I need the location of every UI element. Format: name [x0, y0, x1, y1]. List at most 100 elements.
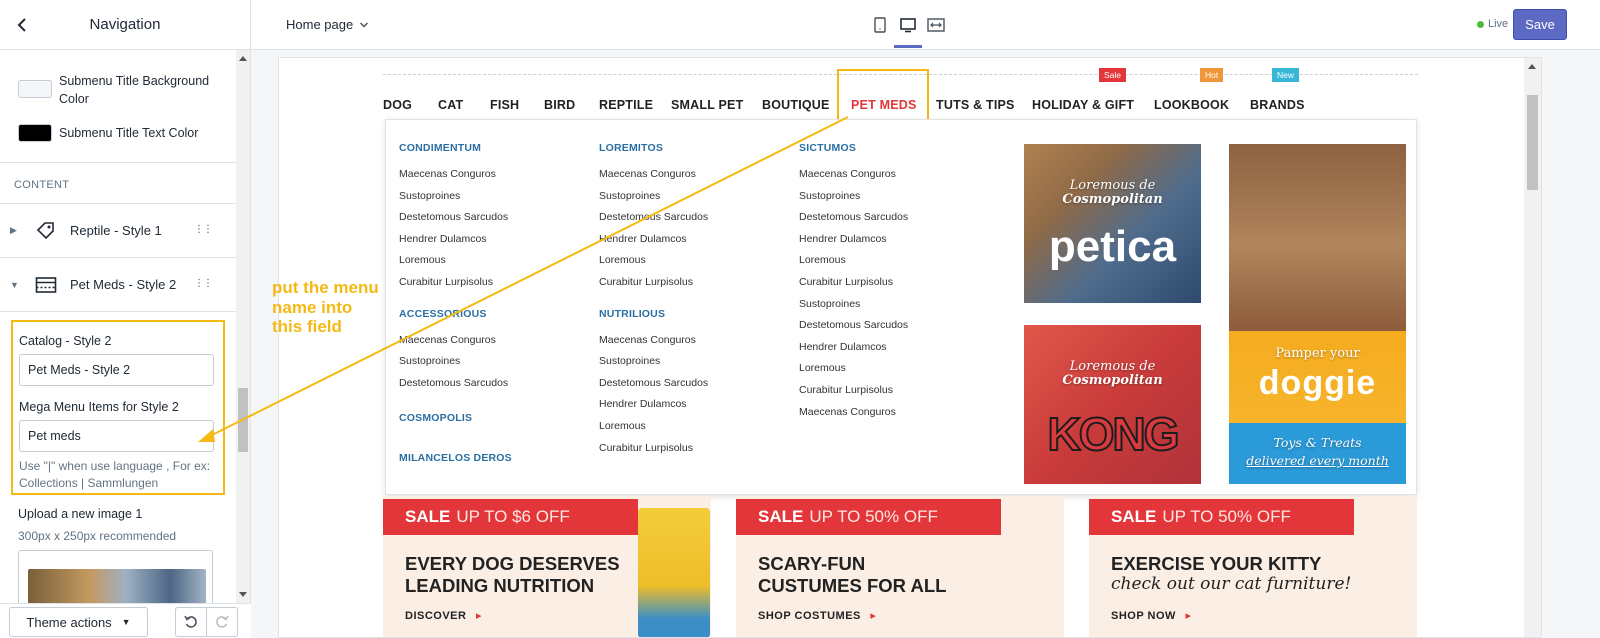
mega-group-heading[interactable]: ACCESSORIOUS — [399, 308, 512, 320]
promo-image-petica[interactable]: Loremous de Cosmopolitan petica — [1024, 144, 1201, 303]
page-selector[interactable]: Home page — [286, 17, 369, 32]
section-item-pet-meds[interactable]: ▼ Pet Meds - Style 2 ⋮⋮ — [0, 258, 236, 312]
nav-item-bird[interactable]: BIRD — [544, 98, 575, 112]
color-setting-label: Submenu Title Background Color — [59, 74, 210, 106]
nav-item-holiday-gift[interactable]: HOLIDAY & GIFT — [1032, 98, 1134, 112]
mega-link[interactable]: Sustoproines — [399, 351, 512, 373]
drag-handle-icon[interactable]: ⋮⋮ — [194, 278, 213, 289]
color-swatch-submenu-text[interactable] — [18, 124, 52, 142]
scrollbar-thumb[interactable] — [1527, 95, 1538, 190]
mega-link[interactable]: Hendrer Dulamcos — [599, 394, 708, 416]
mega-link[interactable]: Maecenas Conguros — [399, 330, 512, 352]
nav-item-tuts-tips[interactable]: TUTS & TIPS — [936, 98, 1015, 112]
color-swatch-submenu-bg[interactable] — [18, 80, 52, 98]
undo-icon — [184, 615, 197, 628]
nav-item-boutique[interactable]: BOUTIQUE — [762, 98, 830, 112]
scrollbar-thumb[interactable] — [238, 388, 248, 452]
mega-link[interactable]: Hendrer Dulamcos — [599, 229, 708, 251]
promo-caption: Pamper your — [1275, 346, 1360, 361]
mega-link[interactable]: Curabitur Lurpisolus — [599, 438, 708, 460]
banner-cta-link[interactable]: DISCOVER — [405, 609, 482, 622]
mega-menu-items-input[interactable]: Pet meds — [19, 420, 214, 452]
color-setting-submenu-bg[interactable]: Submenu Title Background Color — [0, 72, 236, 108]
promo-image-kong[interactable]: Loremous de Cosmopolitan KONG — [1024, 325, 1201, 484]
sidebar-scrollbar[interactable] — [236, 50, 250, 603]
color-setting-submenu-text[interactable]: Submenu Title Text Color — [0, 124, 236, 142]
mega-link[interactable]: Destetomous Sarcudos — [399, 373, 512, 395]
mega-link[interactable]: Hendrer Dulamcos — [799, 229, 908, 251]
nav-item-cat[interactable]: CAT — [438, 98, 463, 112]
mega-link[interactable]: Curabitur Lurpisolus — [399, 272, 512, 294]
promo-banner-2[interactable]: SALE UP TO 50% OFF SCARY-FUN CUSTUMES FO… — [736, 496, 1064, 637]
mega-column-3: SICTUMOS Maecenas Conguros Sustoproines … — [799, 142, 908, 423]
caret-right-icon[interactable]: ▶ — [10, 225, 20, 236]
mega-link[interactable]: Loremous — [799, 250, 908, 272]
mega-link[interactable]: Maecenas Conguros — [599, 164, 708, 186]
theme-actions-button[interactable]: Theme actions ▼ — [9, 607, 148, 637]
sidebar-title: Navigation — [89, 16, 161, 33]
mega-link[interactable]: Loremous — [399, 250, 512, 272]
mega-link[interactable]: Destetomous Sarcudos — [599, 207, 708, 229]
mega-link[interactable]: Maecenas Conguros — [599, 330, 708, 352]
mega-link[interactable]: Curabitur Lurpisolus — [799, 380, 908, 402]
promo-banner-3[interactable]: SALE UP TO 50% OFF EXERCISE YOUR KITTY c… — [1089, 496, 1417, 637]
upload-image-label: Upload a new image 1 — [18, 507, 143, 521]
mega-link[interactable]: Destetomous Sarcudos — [799, 315, 908, 337]
mobile-view-button[interactable] — [871, 16, 889, 34]
mega-link[interactable]: Sustoproines — [799, 186, 908, 208]
mega-group-heading[interactable]: SICTUMOS — [799, 142, 908, 154]
mega-link[interactable]: Destetomous Sarcudos — [799, 207, 908, 229]
scroll-down-icon[interactable] — [239, 592, 247, 597]
mega-link[interactable]: Loremous — [599, 416, 708, 438]
promo-caption: delivered every month — [1246, 453, 1389, 468]
mega-link[interactable]: Loremous — [799, 358, 908, 380]
preview-scrollbar[interactable] — [1524, 58, 1541, 637]
mega-group-heading[interactable]: NUTRILIOUS — [599, 308, 708, 320]
mega-link[interactable]: Hendrer Dulamcos — [799, 337, 908, 359]
mega-link[interactable]: Curabitur Lurpisolus — [799, 272, 908, 294]
fullwidth-view-button[interactable] — [927, 16, 945, 34]
banner-cta-link[interactable]: SHOP COSTUMES — [758, 609, 876, 622]
live-status: Live — [1477, 18, 1508, 30]
promo-banner-1[interactable]: SALE UP TO $6 OFF EVERY DOG DESERVES LEA… — [383, 496, 711, 637]
scroll-up-icon[interactable] — [1528, 64, 1536, 69]
mega-link[interactable]: Destetomous Sarcudos — [399, 207, 512, 229]
mega-menu-icon — [34, 275, 58, 295]
nav-item-reptile[interactable]: REPTILE — [599, 98, 653, 112]
mega-group-heading[interactable]: LOREMITOS — [599, 142, 708, 154]
nav-item-brands[interactable]: BRANDS — [1250, 98, 1305, 112]
mega-link[interactable]: Sustoproines — [599, 186, 708, 208]
nav-item-dog[interactable]: DOG — [383, 98, 412, 112]
scroll-up-icon[interactable] — [239, 56, 247, 61]
mega-group-heading[interactable]: MILANCELOS DEROS — [399, 452, 512, 464]
catalog-input[interactable]: Pet Meds - Style 2 — [19, 354, 214, 386]
nav-item-small-pet[interactable]: SMALL PET — [671, 98, 743, 112]
save-button[interactable]: Save — [1513, 9, 1567, 40]
desktop-view-button[interactable] — [894, 16, 922, 48]
mega-link[interactable]: Sustoproines — [799, 294, 908, 316]
mega-link[interactable]: Hendrer Dulamcos — [399, 229, 512, 251]
upload-image-preview[interactable] — [18, 550, 213, 603]
mega-link[interactable]: Sustoproines — [599, 351, 708, 373]
mega-link[interactable]: Maecenas Conguros — [399, 164, 512, 186]
mega-link[interactable]: Maecenas Conguros — [799, 164, 908, 186]
mega-group-heading[interactable]: COSMOPOLIS — [399, 412, 512, 424]
redo-button[interactable] — [207, 608, 237, 636]
mega-group-heading[interactable]: CONDIMENTUM — [399, 142, 512, 154]
nav-item-fish[interactable]: FISH — [490, 98, 519, 112]
store-main-nav: DOG CAT FISH BIRD REPTILE SMALL PET BOUT… — [383, 68, 1418, 121]
mega-link[interactable]: Curabitur Lurpisolus — [599, 272, 708, 294]
promo-image-doggie[interactable]: Pamper your doggie Toys & Treats deliver… — [1229, 144, 1406, 484]
nav-item-lookbook[interactable]: LOOKBOOK — [1154, 98, 1229, 112]
caret-down-icon[interactable]: ▼ — [10, 280, 20, 290]
undo-button[interactable] — [176, 608, 207, 636]
mega-link[interactable]: Maecenas Conguros — [799, 402, 908, 424]
banner-cta-link[interactable]: SHOP NOW — [1111, 609, 1192, 622]
drag-handle-icon[interactable]: ⋮⋮ — [194, 224, 213, 235]
mega-link[interactable]: Sustoproines — [399, 186, 512, 208]
section-item-reptile[interactable]: ▶ Reptile - Style 1 ⋮⋮ — [0, 204, 236, 258]
back-arrow-icon[interactable] — [12, 15, 32, 35]
mega-link[interactable]: Destetomous Sarcudos — [599, 373, 708, 395]
mega-link[interactable]: Loremous — [599, 250, 708, 272]
sale-offer: UP TO 50% OFF — [809, 507, 938, 526]
